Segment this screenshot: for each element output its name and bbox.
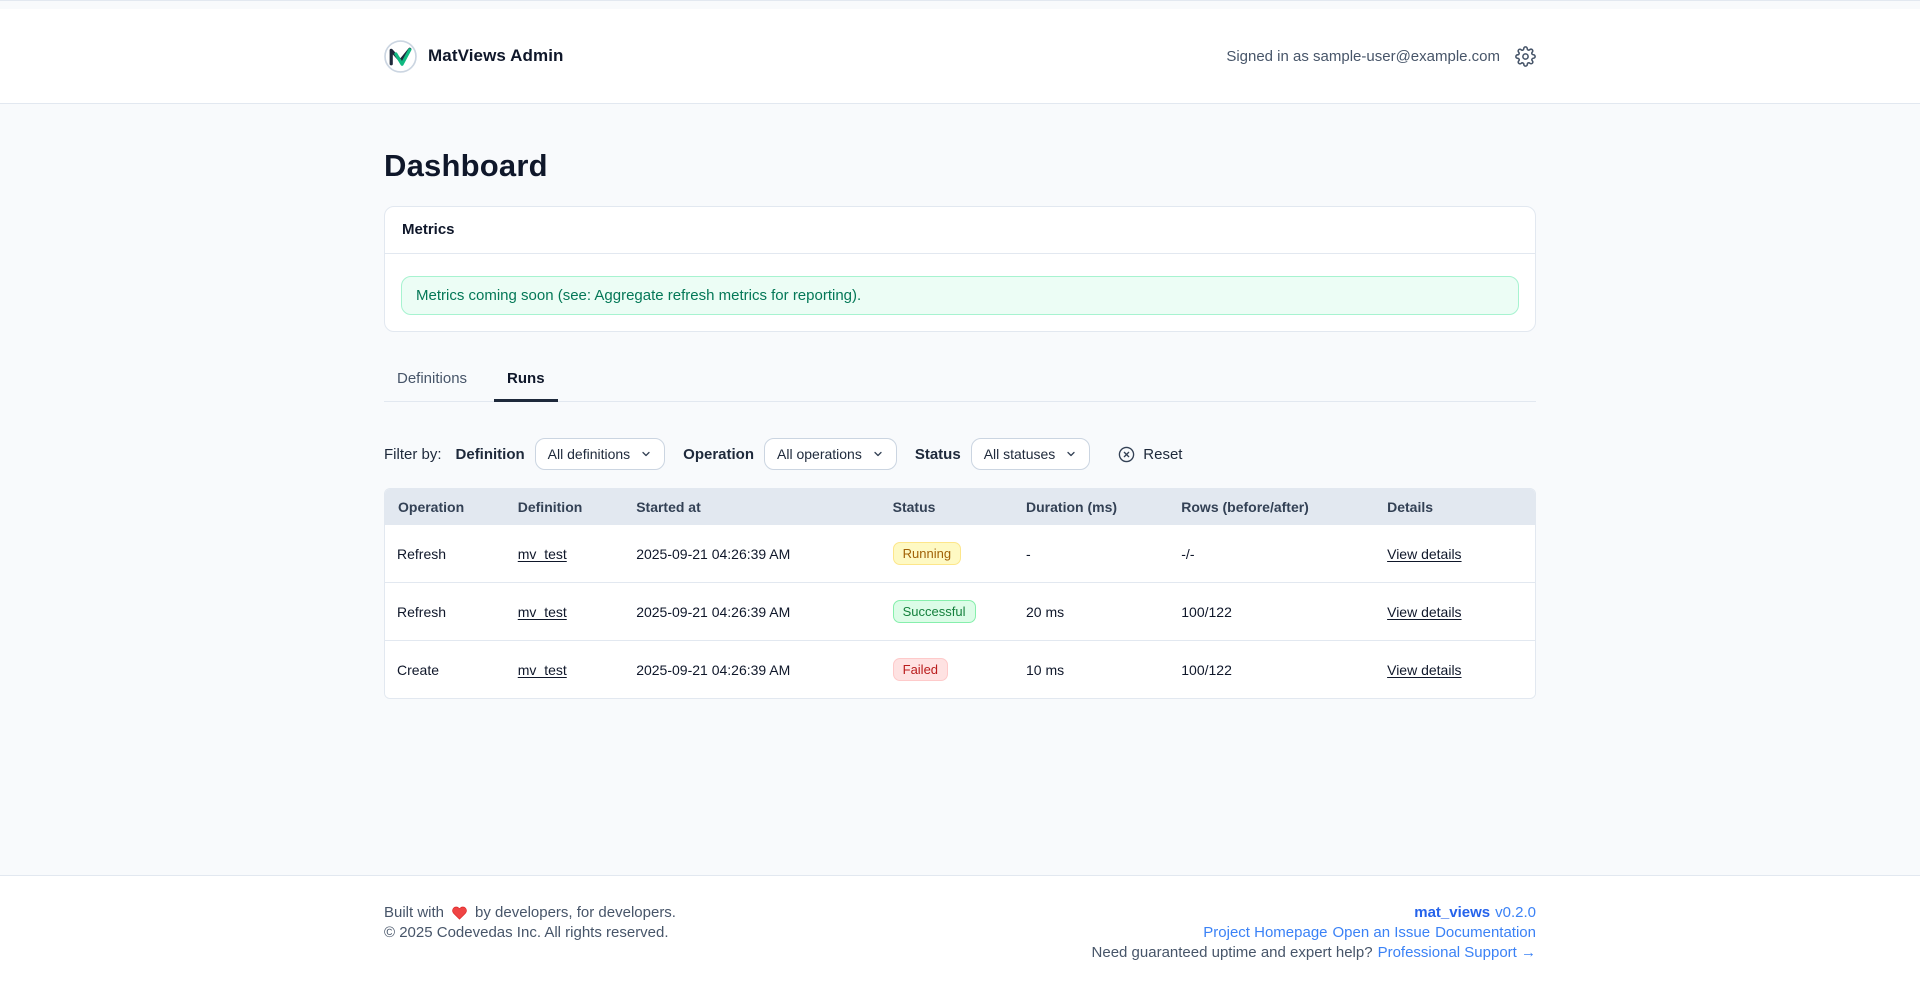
runs-table-body: Refresh mv_test 2025-09-21 04:26:39 AM Runn…	[385, 525, 1535, 698]
details-cell: View details	[1375, 525, 1535, 583]
version-text: v0.2.0	[1495, 903, 1536, 923]
definition-link[interactable]: mv_test	[518, 604, 567, 620]
project-homepage-link[interactable]: Project Homepage	[1203, 923, 1327, 943]
chevron-down-icon	[872, 448, 884, 460]
started-at-cell: 2025-09-21 04:26:39 AM	[624, 583, 880, 641]
rows-cell: 100/122	[1169, 641, 1375, 699]
filter-by-label: Filter by:	[384, 446, 442, 463]
chevron-down-icon	[640, 448, 652, 460]
definition-link[interactable]: mv_test	[518, 546, 567, 562]
app-title: MatViews Admin	[428, 46, 564, 66]
support-prefix-text: Need guaranteed uptime and expert help?	[1092, 943, 1373, 963]
operation-cell: Refresh	[385, 525, 506, 583]
gear-icon	[1515, 46, 1536, 67]
duration-cell: 10 ms	[1014, 641, 1169, 699]
started-at-cell: 2025-09-21 04:26:39 AM	[624, 641, 880, 699]
column-header: Definition	[506, 489, 624, 525]
column-header: Started at	[624, 489, 880, 525]
metrics-card-title: Metrics	[402, 221, 455, 238]
app-footer: Built with by developers, for developers…	[0, 875, 1920, 995]
view-details-link[interactable]: View details	[1387, 546, 1461, 562]
tabs: Definitions Runs	[384, 362, 1536, 402]
view-details-link[interactable]: View details	[1387, 604, 1461, 620]
details-cell: View details	[1375, 583, 1535, 641]
view-details-link[interactable]: View details	[1387, 662, 1461, 678]
status-badge: Failed	[893, 658, 948, 681]
table-row: Create mv_test 2025-09-21 04:26:39 AM Faile…	[385, 641, 1535, 699]
status-cell: Failed	[881, 641, 1014, 699]
definition-filter-value: All definitions	[548, 446, 631, 462]
definition-cell: mv_test	[506, 641, 624, 699]
duration-cell: -	[1014, 525, 1169, 583]
rows-cell: 100/122	[1169, 583, 1375, 641]
operation-filter-value: All operations	[777, 446, 862, 462]
status-filter-select[interactable]: All statuses	[971, 438, 1091, 470]
runs-table: OperationDefinitionStarted atStatusDurat…	[384, 488, 1536, 699]
x-circle-icon	[1118, 446, 1135, 463]
operation-cell: Refresh	[385, 583, 506, 641]
table-header-row: OperationDefinitionStarted atStatusDurat…	[385, 489, 1535, 525]
column-header: Rows (before/after)	[1169, 489, 1375, 525]
brand: MatViews Admin	[384, 40, 564, 73]
chevron-down-icon	[1065, 448, 1077, 460]
reset-filters-button[interactable]: Reset	[1118, 446, 1182, 463]
reset-label: Reset	[1143, 446, 1182, 463]
built-with-prefix: Built with	[384, 903, 444, 923]
signed-in-text: Signed in as sample-user@example.com	[1226, 48, 1500, 65]
column-header: Operation	[385, 489, 506, 525]
column-header: Details	[1375, 489, 1535, 525]
status-badge: Running	[893, 542, 961, 565]
status-filter-value: All statuses	[984, 446, 1056, 462]
settings-button[interactable]	[1515, 46, 1536, 67]
matviews-logo	[384, 40, 417, 73]
main-content: Dashboard Metrics Metrics coming soon (s…	[384, 104, 1536, 699]
operation-filter-label: Operation	[683, 446, 754, 463]
metrics-card: Metrics Metrics coming soon (see: Aggreg…	[384, 206, 1536, 332]
status-badge: Successful	[893, 600, 976, 623]
table-row: Refresh mv_test 2025-09-21 04:26:39 AM Runn…	[385, 525, 1535, 583]
operation-filter-select[interactable]: All operations	[764, 438, 897, 470]
metrics-coming-soon-alert: Metrics coming soon (see: Aggregate refr…	[401, 276, 1519, 315]
started-at-cell: 2025-09-21 04:26:39 AM	[624, 525, 880, 583]
column-header: Status	[881, 489, 1014, 525]
operation-cell: Create	[385, 641, 506, 699]
definition-cell: mv_test	[506, 583, 624, 641]
documentation-link[interactable]: Documentation	[1435, 923, 1536, 943]
details-cell: View details	[1375, 641, 1535, 699]
red-heart-icon	[451, 905, 468, 921]
tab-runs[interactable]: Runs	[494, 362, 558, 402]
tab-definitions[interactable]: Definitions	[384, 362, 480, 402]
mat-views-link[interactable]: mat_views	[1414, 903, 1490, 923]
duration-cell: 20 ms	[1014, 583, 1169, 641]
status-filter-label: Status	[915, 446, 961, 463]
column-header: Duration (ms)	[1014, 489, 1169, 525]
table-row: Refresh mv_test 2025-09-21 04:26:39 AM Succ…	[385, 583, 1535, 641]
app-header: MatViews Admin Signed in as sample-user@…	[0, 9, 1920, 104]
copyright-text: © 2025 Codevedas Inc. All rights reserve…	[384, 923, 669, 943]
page-title: Dashboard	[384, 148, 1536, 184]
rows-cell: -/-	[1169, 525, 1375, 583]
definition-link[interactable]: mv_test	[518, 662, 567, 678]
open-an-issue-link[interactable]: Open an Issue	[1333, 923, 1431, 943]
definition-cell: mv_test	[506, 525, 624, 583]
definition-filter-label: Definition	[456, 446, 525, 463]
status-cell: Running	[881, 525, 1014, 583]
runs-table-head: OperationDefinitionStarted atStatusDurat…	[385, 489, 1535, 525]
professional-support-link[interactable]: Professional Support →	[1378, 943, 1536, 963]
built-with-suffix: by developers, for developers.	[475, 903, 676, 923]
filter-bar: Filter by: Definition All definitions Op…	[384, 438, 1536, 470]
status-cell: Successful	[881, 583, 1014, 641]
definition-filter-select[interactable]: All definitions	[535, 438, 666, 470]
